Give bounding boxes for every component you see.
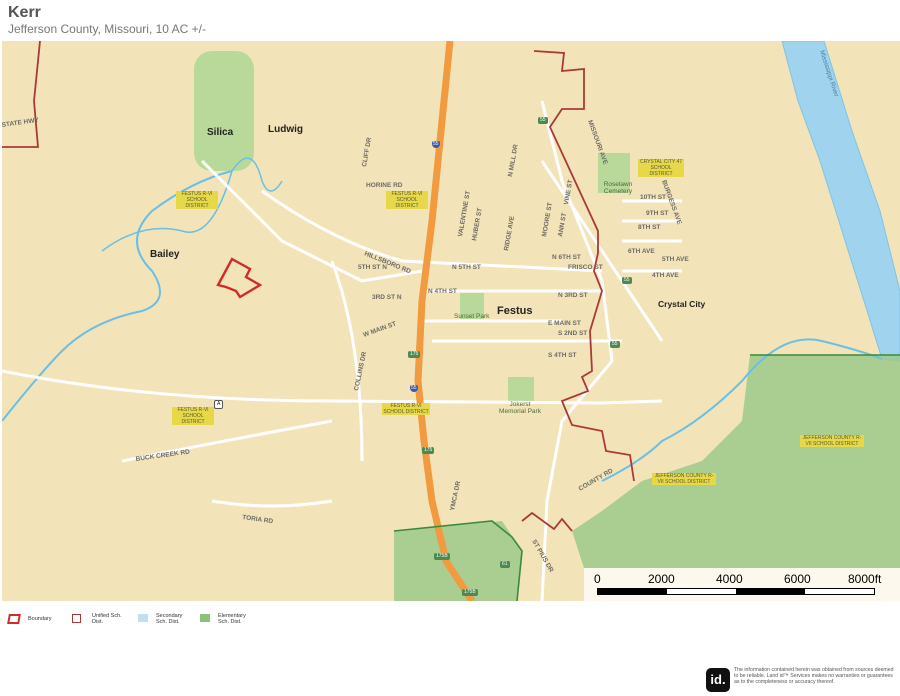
street-label-wmain: W MAIN ST <box>362 320 397 338</box>
street-label-n6th: N 6TH ST <box>552 254 581 261</box>
legend-label-boundary: Boundary <box>28 616 52 622</box>
route-shield-55-d: 55 <box>622 277 632 284</box>
place-label-silica: Silica <box>207 127 234 138</box>
street-label-toria: TORIA RD <box>242 514 274 525</box>
legend-label-unified: Unified Sch. Dist. <box>92 613 122 625</box>
place-label-festus: Festus <box>497 305 533 317</box>
land-id-logo: id. <box>706 668 730 692</box>
legend-swatch-secondary <box>138 614 148 622</box>
street-label-n3rd: N 3RD ST <box>558 292 588 299</box>
route-shield-61: 61 <box>500 561 510 568</box>
street-label-hillsboro: HILLSBORO RD <box>363 250 412 275</box>
street-label-frisco: FRISCO ST <box>568 264 603 271</box>
park-label-roselawn: Roselawn Cemetery <box>603 181 633 195</box>
district-label-festus-3: FESTUS R-VI SCHOOL DISTRICT <box>172 407 214 425</box>
street-label-nmill: N MILL DR <box>507 144 520 178</box>
district-label-festus-1: FESTUS R-VI SCHOOL DISTRICT <box>176 191 218 209</box>
street-label-burgess: BURGESS AVE <box>660 179 683 226</box>
place-label-bailey: Bailey <box>150 249 180 260</box>
street-label-5thave: 5TH AVE <box>662 256 689 263</box>
park-label-jokerst: Jokerst Memorial Park <box>499 401 541 415</box>
map-title: Kerr <box>8 4 41 21</box>
scale-tick-4000: 4000 <box>716 572 743 586</box>
scale-tick-6000: 6000 <box>784 572 811 586</box>
street-label-ridge: RIDGE AVE <box>503 215 516 251</box>
street-label-6thave: 6TH AVE <box>628 248 655 255</box>
street-label-moore: MOORE ST <box>541 202 554 237</box>
disclaimer-text: The information contained herein was obt… <box>734 667 894 685</box>
street-label-valentine: VALENTINE ST <box>457 190 472 237</box>
street-label-ymca: YMCA DR <box>449 480 462 511</box>
route-shield-175-a: 175 <box>408 351 421 358</box>
legend-swatch-unified <box>72 614 81 623</box>
place-label-crystal-city: Crystal City <box>658 299 706 309</box>
scale-bar: 0 2000 4000 6000 8000ft <box>584 568 900 601</box>
route-shield-175b-a: 175B <box>434 553 450 560</box>
legend-label-elementary: Elementary Sch. Dist. <box>218 613 246 625</box>
route-shield-55-e: 55 <box>610 341 620 348</box>
place-label-ludwig: Ludwig <box>268 124 303 135</box>
street-label-4thave: 4TH AVE <box>652 272 679 279</box>
legend-swatch-boundary <box>7 614 21 624</box>
route-shield-55-b: 55 <box>410 385 418 392</box>
scale-tick-8000: 8000ft <box>848 572 882 586</box>
street-label-5thn: 5TH ST N <box>358 264 387 271</box>
street-label-10th: 10TH ST <box>640 194 666 201</box>
district-label-jefferson-2: JEFFERSON COUNTY R-VII SCHOOL DISTRICT <box>800 435 864 447</box>
scale-line <box>597 588 875 595</box>
street-label-n5th: N 5TH ST <box>452 264 481 271</box>
street-label-s2nd: S 2ND ST <box>558 330 587 337</box>
district-label-crystal-city: CRYSTAL CITY 47 SCHOOL DISTRICT <box>638 159 684 177</box>
street-label-8th: 8TH ST <box>638 224 660 231</box>
street-label-buckcreek: BUCK CREEK RD <box>135 448 190 463</box>
route-shield-55-c: 55 <box>538 117 548 124</box>
map-canvas[interactable]: HORINE RD HILLSBORO RD N 5TH ST N 6TH ST… <box>2 41 900 601</box>
street-label-emain: E MAIN ST <box>548 320 581 327</box>
street-label-cliff: CLIFF DR <box>361 137 373 168</box>
street-label-huber: HUBER ST <box>471 207 484 241</box>
park-patch-north <box>194 51 254 171</box>
scale-tick-2000: 2000 <box>648 572 675 586</box>
legend-label-secondary: Secondary Sch. Dist. <box>156 613 183 625</box>
street-label-3rdn: 3RD ST N <box>372 294 402 301</box>
map-graphics: HORINE RD HILLSBORO RD N 5TH ST N 6TH ST… <box>2 41 900 601</box>
street-label-vine: VINE ST <box>563 179 574 205</box>
map-subtitle: Jefferson County, Missouri, 10 AC +/- <box>8 22 206 36</box>
route-shield-175b-b: 175B <box>462 589 478 596</box>
mississippi-river <box>781 41 900 362</box>
route-shield-175-b: 175 <box>422 447 435 454</box>
district-label-jefferson-1: JEFFERSON COUNTY R-VII SCHOOL DISTRICT <box>652 473 716 485</box>
street-label-s4th: S 4TH ST <box>548 352 577 359</box>
street-label-horine: HORINE RD <box>366 182 403 189</box>
unified-district-boundary <box>2 41 635 532</box>
map-legend: Boundary Unified Sch. Dist. Secondary Sc… <box>0 608 300 634</box>
street-label-9th: 9TH ST <box>646 210 668 217</box>
route-shield-55-a: 55 <box>432 141 440 148</box>
street-label-missouri-ave: MISSOURI AVE <box>586 119 609 166</box>
jokerst-park-patch <box>508 377 534 401</box>
scale-tick-0: 0 <box>594 572 601 586</box>
street-label-n4th: N 4TH ST <box>428 288 457 295</box>
route-shield-a: A <box>214 400 224 409</box>
street-label-ann: ANN ST <box>557 212 568 237</box>
legend-swatch-elementary <box>200 614 210 622</box>
district-label-festus-2: FESTUS R-VI SCHOOL DISTRICT <box>386 191 428 209</box>
park-label-sunset: Sunset Park <box>454 313 490 320</box>
subject-property-boundary <box>216 257 263 299</box>
street-label-statehwy: STATE HWY <box>2 117 40 129</box>
street-label-county: COUNTY RD <box>578 467 615 492</box>
district-label-festus-4: FESTUS R-VI SCHOOL DISTRICT <box>382 403 430 415</box>
